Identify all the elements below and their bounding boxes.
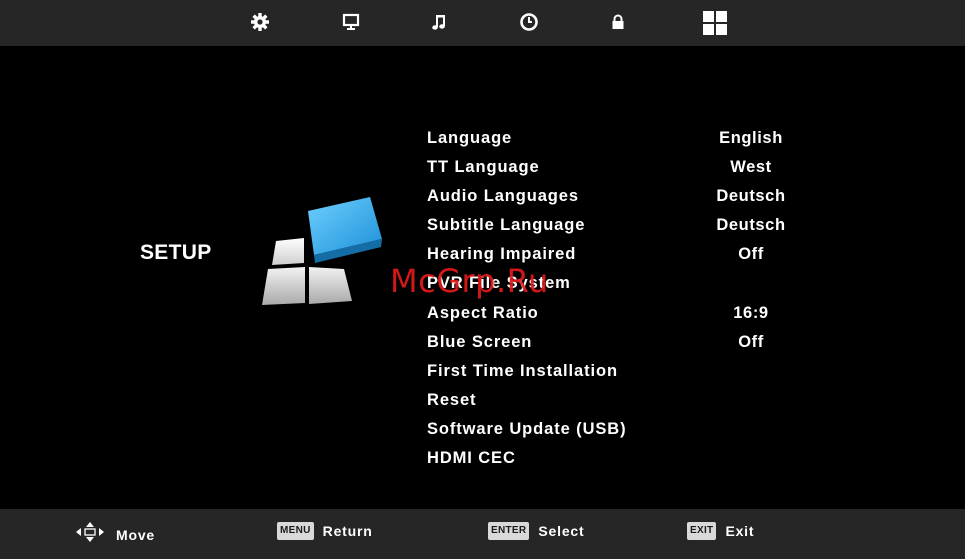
top-nav-bar (0, 0, 965, 46)
menu-item-label: Subtitle Language (427, 216, 586, 235)
menu-item-value: 16:9 (733, 303, 769, 322)
menu-item-subtitle-language[interactable]: Subtitle Language Deutsch (427, 212, 807, 241)
watermark-text: McGrp.Ru (390, 262, 549, 300)
menu-item-label: Software Update (USB) (427, 419, 627, 438)
exit-label: Exit (725, 523, 755, 539)
menu-item-value: Off (738, 245, 764, 264)
menu-item-software-update[interactable]: Software Update (USB) (427, 416, 807, 445)
select-label: Select (538, 523, 585, 539)
menu-item-label: TT Language (427, 158, 540, 177)
menu-item-value: Off (738, 332, 764, 351)
setup-grid-icon[interactable] (702, 10, 728, 36)
return-hint: MENU Return (277, 522, 373, 540)
select-hint: ENTER Select (488, 522, 584, 540)
menu-item-label: Language (427, 129, 513, 147)
lock-icon[interactable] (607, 11, 629, 33)
menu-item-value: Deutsch (716, 216, 786, 235)
menu-item-aspect-ratio[interactable]: Aspect Ratio 16:9 (427, 300, 807, 329)
menu-item-first-time-installation[interactable]: First Time Installation (427, 358, 807, 387)
move-hint: Move (76, 522, 155, 547)
monitor-icon[interactable] (340, 11, 362, 33)
menu-item-value: West (730, 158, 772, 177)
page-title: SETUP (140, 241, 212, 264)
arrows-icon (76, 522, 104, 547)
enter-key-icon[interactable]: ENTER (488, 522, 530, 540)
menu-item-label: HDMI CEC (427, 449, 516, 468)
menu-item-label: Audio Languages (427, 187, 579, 206)
menu-item-reset[interactable]: Reset (427, 387, 807, 416)
menu-item-language[interactable]: Language English (427, 125, 807, 154)
move-label: Move (116, 526, 155, 543)
menu-item-hdmi-cec[interactable]: HDMI CEC (427, 445, 807, 474)
menu-item-tt-language[interactable]: TT Language West (427, 154, 807, 183)
menu-item-value: Deutsch (716, 187, 786, 206)
bottom-hint-bar: Move MENU Return ENTER Select EXIT Exit (0, 509, 965, 559)
exit-hint: EXIT Exit (687, 522, 754, 540)
menu-item-label: Reset (427, 390, 477, 409)
music-note-icon[interactable] (428, 11, 450, 33)
menu-item-label: Aspect Ratio (427, 303, 539, 322)
menu-item-value: English (719, 129, 783, 147)
menu-item-audio-languages[interactable]: Audio Languages Deutsch (427, 183, 807, 212)
menu-item-label: First Time Installation (427, 361, 618, 380)
gear-icon[interactable] (249, 11, 271, 33)
menu-item-blue-screen[interactable]: Blue Screen Off (427, 329, 807, 358)
exit-key-icon[interactable]: EXIT (687, 522, 717, 540)
clock-icon[interactable] (518, 11, 540, 33)
menu-key-icon[interactable]: MENU (277, 522, 314, 540)
setup-logo-icon (258, 193, 388, 316)
menu-item-label: Blue Screen (427, 332, 533, 351)
return-label: Return (322, 523, 373, 539)
